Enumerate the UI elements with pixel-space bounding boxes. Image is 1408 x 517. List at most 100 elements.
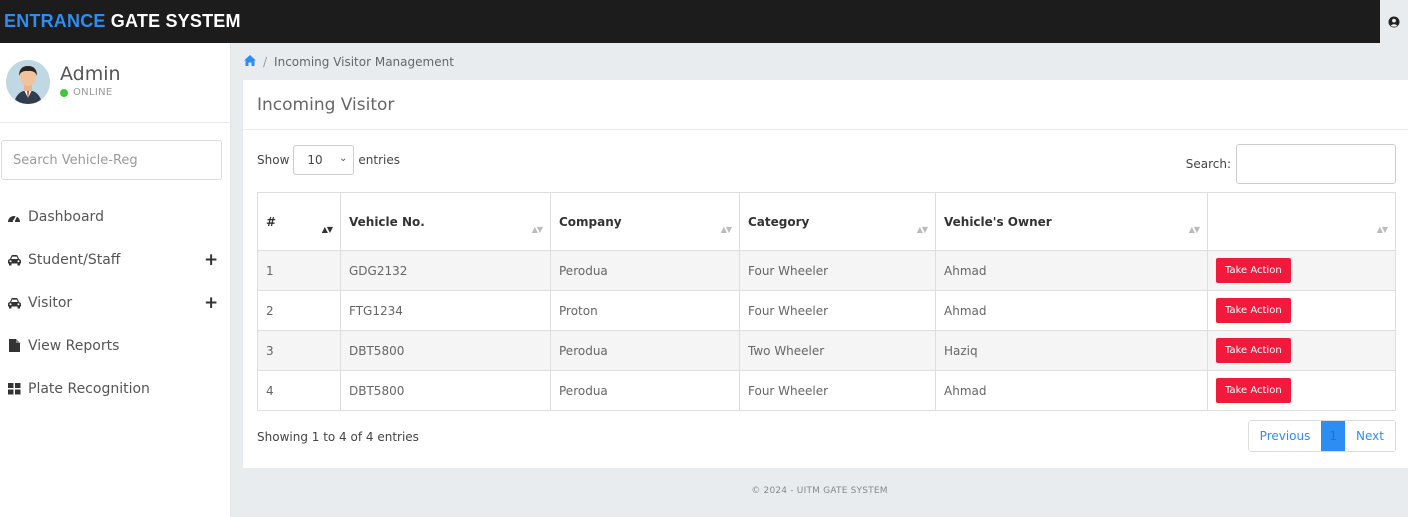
car-icon (6, 253, 22, 267)
sidebar-item-label: Dashboard (28, 208, 104, 225)
take-action-button[interactable]: Take Action (1216, 258, 1291, 283)
cell-owner: Ahmad (935, 250, 1208, 291)
online-status: ONLINE (60, 87, 112, 98)
pagination-previous[interactable]: Previous (1248, 421, 1322, 451)
cell-vehicle-no: DBT5800 (340, 330, 551, 371)
sidebar-item-student-staff[interactable]: Student/Staff + (0, 238, 231, 281)
sort-icon: ▲▼ (720, 225, 732, 234)
column-header-vehicle-no[interactable]: Vehicle No. ▲▼ (340, 192, 551, 251)
cell-owner: Ahmad (935, 290, 1208, 331)
file-icon (6, 339, 22, 353)
top-navbar: ENTRANCE GATE SYSTEM (0, 0, 1408, 43)
entries-length-value: 10 (307, 153, 323, 167)
sort-asc-icon: ▲▼ (321, 225, 333, 234)
pagination: Previous 1 Next (1247, 420, 1396, 452)
table-row: 4 DBT5800 Perodua Four Wheeler Ahmad Tak… (257, 370, 1396, 411)
table-search: Search: (1186, 144, 1396, 184)
cell-action: Take Action (1207, 330, 1396, 371)
take-action-button[interactable]: Take Action (1216, 378, 1291, 403)
table-row: 2 FTG1234 Proton Four Wheeler Ahmad Take… (257, 290, 1396, 331)
cell-action: Take Action (1207, 370, 1396, 411)
sidebar-item-label: View Reports (28, 337, 120, 354)
column-header-label: Vehicle No. (349, 215, 425, 229)
entries-length-select[interactable]: 10 ⌄ (293, 145, 355, 175)
online-dot-icon (60, 88, 68, 97)
app-brand[interactable]: ENTRANCE GATE SYSTEM (4, 11, 241, 32)
pagination-page-current[interactable]: 1 (1321, 421, 1346, 451)
avatar (6, 60, 50, 104)
column-header-number[interactable]: # ▲▼ (257, 192, 341, 251)
pagination-next[interactable]: Next (1345, 421, 1395, 451)
take-action-button[interactable]: Take Action (1216, 338, 1291, 363)
table-row: 1 GDG2132 Perodua Four Wheeler Ahmad Tak… (257, 250, 1396, 291)
table-search-input[interactable] (1236, 144, 1396, 184)
sidebar-item-dashboard[interactable]: Dashboard (0, 195, 231, 238)
entries-label: entries (358, 153, 400, 167)
user-circle-icon (1388, 16, 1400, 27)
brand-part-gate-system: GATE SYSTEM (105, 11, 241, 31)
chevron-down-icon: ⌄ (339, 153, 348, 164)
sort-icon: ▲▼ (916, 225, 928, 234)
table-row: 3 DBT5800 Perodua Two Wheeler Haziq Take… (257, 330, 1396, 371)
sidebar-item-label: Visitor (28, 294, 73, 311)
column-header-label: Category (748, 215, 810, 229)
user-profile: Admin ONLINE (0, 43, 230, 123)
vehicle-reg-search-input[interactable] (1, 140, 222, 180)
online-status-label: ONLINE (73, 87, 113, 98)
cell-company: Perodua (550, 250, 740, 291)
sidebar-item-view-reports[interactable]: View Reports (0, 324, 231, 367)
page-footer: © 2024 - UITM GATE SYSTEM (751, 486, 888, 496)
table-info: Showing 1 to 4 of 4 entries (257, 430, 419, 444)
profile-name: Admin (60, 63, 121, 85)
cell-number: 3 (257, 330, 341, 371)
brand-part-entrance: ENTRANCE (4, 11, 106, 31)
show-label: Show (257, 153, 290, 167)
column-header-owner[interactable]: Vehicle's Owner ▲▼ (935, 192, 1208, 251)
column-header-label: # (266, 215, 277, 229)
table-header-row: # ▲▼ Vehicle No. ▲▼ Company ▲▼ Category ▲▼ V… (257, 192, 1396, 251)
incoming-visitor-card: Incoming Visitor Show 10 ⌄ entries Searc… (243, 80, 1408, 468)
cell-owner: Haziq (935, 330, 1208, 371)
cell-action: Take Action (1207, 250, 1396, 291)
sort-icon: ▲▼ (531, 225, 543, 234)
breadcrumb-separator: / (263, 54, 268, 69)
cell-owner: Ahmad (935, 370, 1208, 411)
dashboard-icon (6, 210, 22, 224)
sidebar-item-label: Student/Staff (28, 251, 121, 268)
cell-vehicle-no: GDG2132 (340, 250, 551, 291)
expand-plus-icon[interactable]: + (204, 250, 218, 270)
column-header-action[interactable]: ▲▼ (1207, 192, 1396, 251)
sidebar-nav: Dashboard Student/Staff + Visitor + View… (0, 195, 231, 410)
cell-vehicle-no: DBT5800 (340, 370, 551, 411)
user-menu-button[interactable] (1380, 0, 1408, 43)
sort-icon: ▲▼ (1376, 225, 1388, 234)
breadcrumb-current: Incoming Visitor Management (274, 54, 454, 69)
search-label: Search: (1185, 157, 1231, 171)
cell-action: Take Action (1207, 290, 1396, 331)
grid-icon (6, 382, 22, 396)
home-icon[interactable] (244, 54, 256, 69)
cell-category: Four Wheeler (739, 250, 936, 291)
column-header-label: Vehicle's Owner (944, 215, 1052, 229)
sidebar-item-label: Plate Recognition (28, 380, 150, 397)
cell-company: Perodua (550, 330, 740, 371)
cell-vehicle-no: FTG1234 (340, 290, 551, 331)
take-action-button[interactable]: Take Action (1216, 298, 1291, 323)
visitor-table: # ▲▼ Vehicle No. ▲▼ Company ▲▼ Category ▲▼ V… (257, 192, 1396, 411)
sidebar-item-plate-recognition[interactable]: Plate Recognition (0, 367, 231, 410)
cell-category: Four Wheeler (739, 290, 936, 331)
cell-number: 1 (257, 250, 341, 291)
breadcrumb: / Incoming Visitor Management (231, 43, 1408, 80)
expand-plus-icon[interactable]: + (204, 293, 218, 313)
car-icon (6, 296, 22, 310)
cell-company: Proton (550, 290, 740, 331)
cell-number: 4 (257, 370, 341, 411)
column-header-category[interactable]: Category ▲▼ (739, 192, 936, 251)
cell-number: 2 (257, 290, 341, 331)
entries-length-control: Show 10 ⌄ entries (257, 145, 400, 175)
cell-category: Four Wheeler (739, 370, 936, 411)
cell-category: Two Wheeler (739, 330, 936, 371)
column-header-company[interactable]: Company ▲▼ (550, 192, 740, 251)
sidebar: Admin ONLINE Dashboard Student/Staff + V… (0, 43, 231, 517)
sidebar-item-visitor[interactable]: Visitor + (0, 281, 231, 324)
